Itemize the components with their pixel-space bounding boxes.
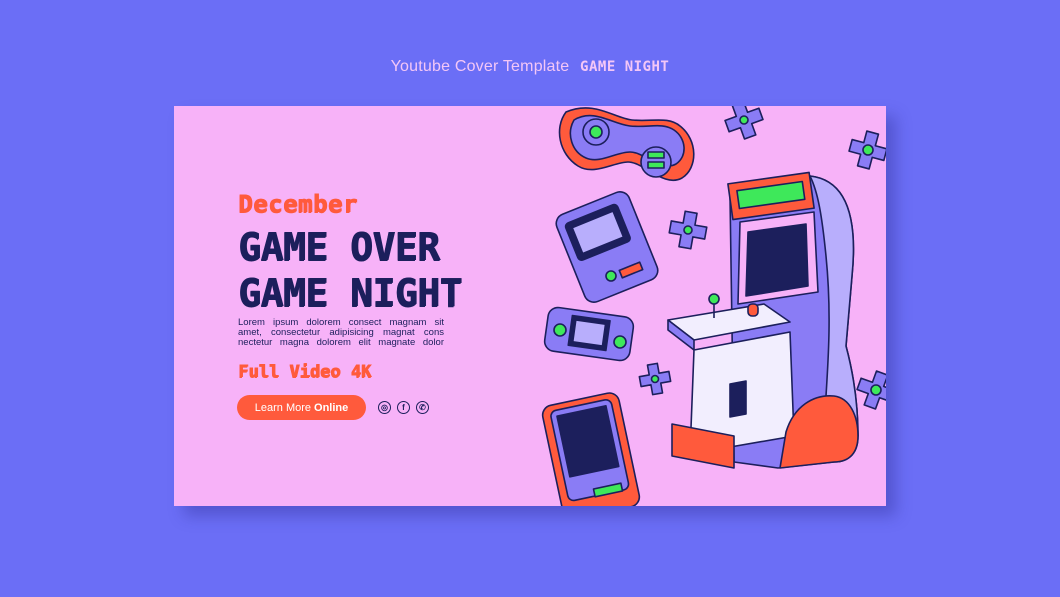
header-brand: GAME NIGHT xyxy=(580,59,670,75)
illustration-layer xyxy=(541,106,886,506)
cover-card: December GAME OVER GAME NIGHT Lorem ipsu… xyxy=(174,106,886,506)
portable-console-icon xyxy=(543,306,635,362)
page-header: Youtube Cover Template GAME NIGHT xyxy=(0,58,1060,76)
handheld-console-icon xyxy=(555,191,659,303)
header-title: Youtube Cover Template xyxy=(390,58,570,75)
gamepad-icon xyxy=(558,107,695,181)
phone-icon xyxy=(541,392,641,506)
